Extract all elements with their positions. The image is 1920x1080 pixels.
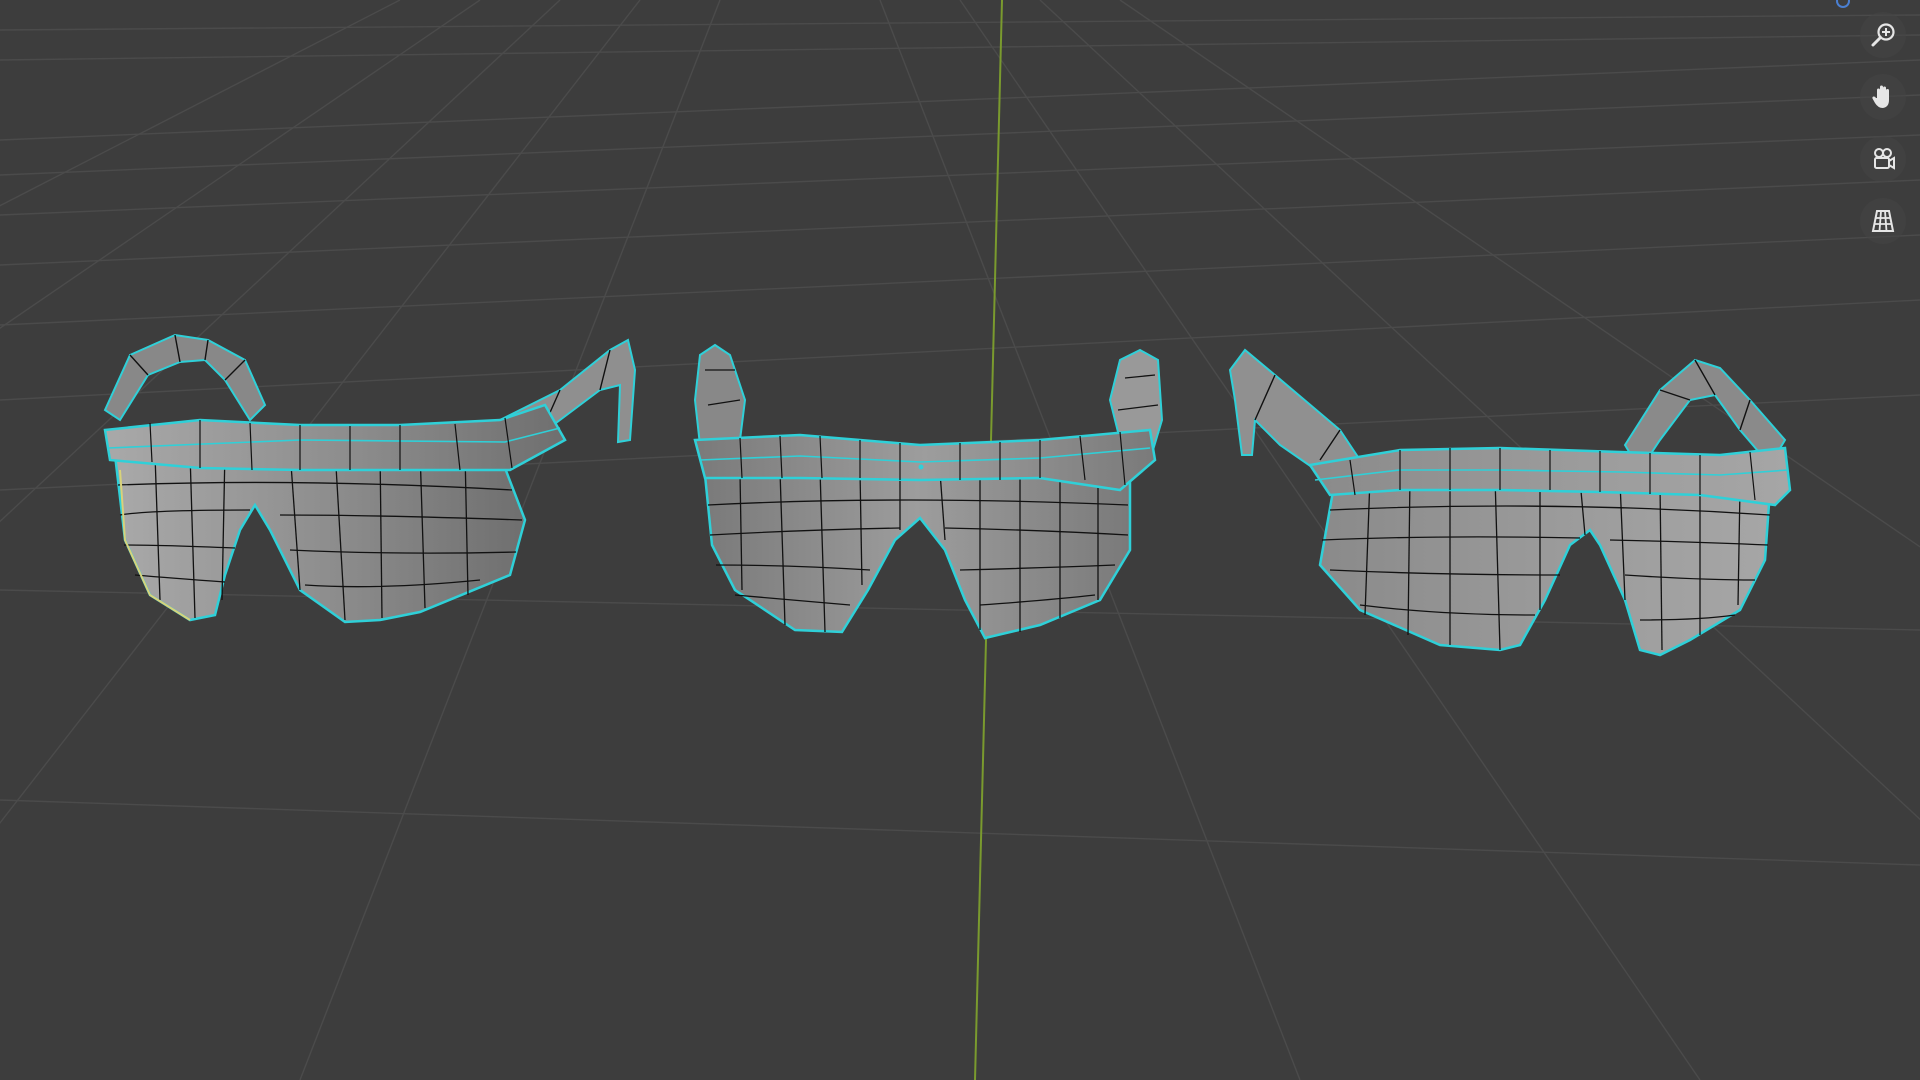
glasses-center[interactable] [693,343,1164,640]
camera-icon [1874,148,1895,170]
pan-button[interactable] [1860,74,1906,120]
ortho-toggle-button[interactable] [1860,198,1906,244]
3d-viewport[interactable] [0,0,1920,1080]
grid-icon [1871,210,1895,232]
glasses-right[interactable] [1228,348,1792,657]
camera-button[interactable] [1860,136,1906,182]
zoom-button[interactable] [1860,12,1906,58]
glasses-left[interactable] [103,333,637,624]
hand-icon [1872,85,1889,108]
navigation-gizmo [1860,12,1906,244]
viewport-canvas [0,0,1920,1080]
zoom-icon [1871,23,1895,47]
